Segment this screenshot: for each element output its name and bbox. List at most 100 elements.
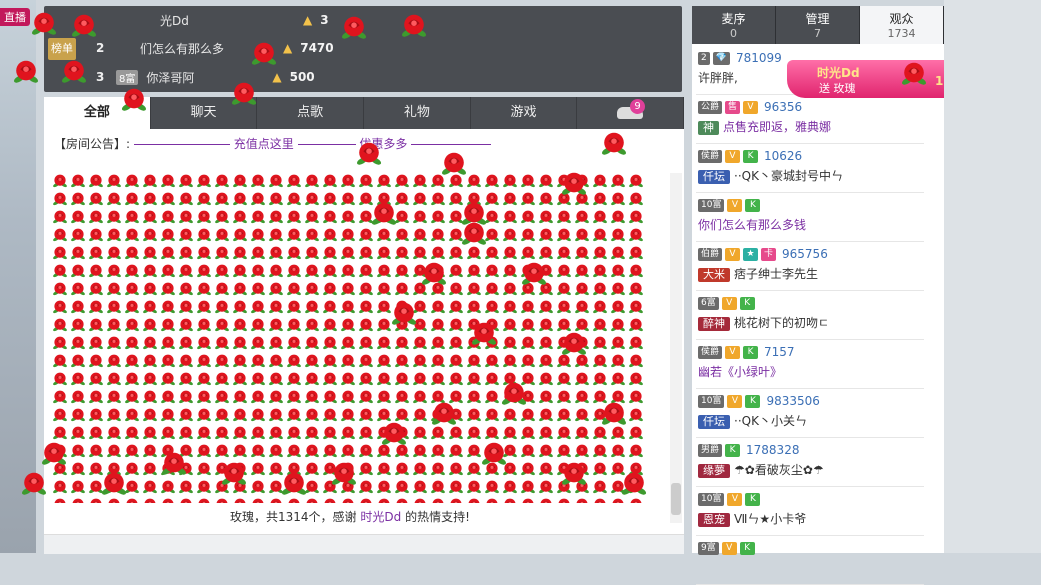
rose-icon bbox=[430, 191, 446, 207]
rose-icon bbox=[304, 227, 320, 243]
rose-icon bbox=[106, 245, 122, 261]
rose-icon bbox=[390, 300, 418, 328]
rose-icon bbox=[142, 425, 158, 441]
user-name[interactable]: ☂✿看破灰尘✿☂ bbox=[734, 463, 824, 477]
user-id: 781099 bbox=[735, 51, 782, 65]
rose-icon bbox=[232, 371, 248, 387]
tab-admin[interactable]: 管理 7 bbox=[776, 6, 860, 44]
chat-scrollbar[interactable] bbox=[670, 173, 682, 523]
rose-icon bbox=[106, 263, 122, 279]
rose-icon bbox=[466, 281, 482, 297]
user-name[interactable]: 点售充即返，雅典娜 bbox=[723, 120, 831, 134]
rose-icon bbox=[628, 281, 644, 297]
user-name[interactable]: 幽若《小绿叶》 bbox=[698, 365, 782, 379]
rose-icon bbox=[88, 353, 104, 369]
audience-entry[interactable]: 伯爵 V ★ 卡 965756 大米 痞子绅士李先生 bbox=[698, 246, 828, 282]
rose-icon bbox=[286, 425, 302, 441]
rose-icon bbox=[196, 407, 212, 423]
rose-icon bbox=[214, 353, 230, 369]
rose-icon bbox=[460, 220, 488, 248]
rose-icon bbox=[538, 371, 554, 387]
rose-icon bbox=[340, 209, 356, 225]
user-name[interactable]: ··QK丶豪城封号中ㄣ bbox=[734, 169, 843, 183]
rose-icon bbox=[70, 191, 86, 207]
tab-audience[interactable]: 观众 1734 bbox=[860, 6, 944, 44]
rose-icon bbox=[52, 407, 68, 423]
rose-icon bbox=[142, 299, 158, 315]
rose-icon bbox=[196, 353, 212, 369]
rose-icon bbox=[592, 371, 608, 387]
rose-icon bbox=[160, 425, 176, 441]
rose-icon bbox=[358, 299, 374, 315]
tab-gift[interactable]: 礼物 bbox=[364, 97, 471, 129]
rose-icon bbox=[232, 443, 248, 459]
scroll-thumb[interactable] bbox=[671, 483, 681, 515]
rose-icon bbox=[88, 443, 104, 459]
rose-icon bbox=[592, 353, 608, 369]
rose-icon bbox=[574, 443, 590, 459]
user-name[interactable]: 痞子绅士李先生 bbox=[734, 267, 818, 281]
audience-entry[interactable]: 男爵 K 1788328 缘夢 ☂✿看破灰尘✿☂ bbox=[698, 442, 824, 478]
gift-sender-name[interactable]: 时光Dd bbox=[360, 510, 401, 524]
audience-entry[interactable]: 10富 V K 你们怎么有那么多钱 bbox=[698, 197, 806, 233]
divider bbox=[696, 339, 924, 340]
rose-icon bbox=[286, 371, 302, 387]
audience-entry[interactable]: 侯爵 V K 7157 幽若《小绿叶》 bbox=[698, 344, 795, 380]
rose-icon bbox=[268, 263, 284, 279]
user-name[interactable]: ··QK丶小关ㄣ bbox=[734, 414, 807, 428]
audience-entry[interactable]: 2 💎 781099 许胖胖, bbox=[698, 50, 782, 86]
rose-icon bbox=[592, 209, 608, 225]
audience-entry[interactable]: 9富 V K bbox=[698, 540, 755, 559]
rose-icon bbox=[502, 425, 518, 441]
tab-queue[interactable]: 麦序 0 bbox=[692, 6, 776, 44]
rose-icon bbox=[304, 209, 320, 225]
rose-icon bbox=[160, 281, 176, 297]
rose-icon bbox=[268, 335, 284, 351]
rose-icon bbox=[286, 335, 302, 351]
car-count-badge: 9 bbox=[630, 99, 646, 114]
rose-icon bbox=[556, 263, 572, 279]
tab-game[interactable]: 游戏 bbox=[471, 97, 578, 129]
tab-song[interactable]: 点歌 bbox=[257, 97, 365, 129]
badge-icon: K bbox=[725, 443, 741, 457]
rose-icon bbox=[376, 497, 392, 503]
user-name[interactable]: 你们怎么有那么多钱 bbox=[698, 218, 806, 232]
audience-entry[interactable]: 6富 V K 醉神 桃花树下的初吻ㄷ bbox=[698, 295, 829, 331]
rose-icon bbox=[574, 407, 590, 423]
user-name[interactable]: 许胖胖, bbox=[698, 71, 738, 85]
rank-row-3[interactable]: 3 8富 你泽哥阿 ▲ 500 bbox=[96, 67, 315, 87]
rose-icon bbox=[124, 263, 140, 279]
notice-link-recharge[interactable]: 充值点这里 bbox=[234, 137, 294, 151]
tab-car[interactable]: 9 bbox=[577, 97, 685, 129]
gift-msg-text-end: 的热情支持! bbox=[405, 510, 470, 524]
rose-icon bbox=[448, 281, 464, 297]
user-name[interactable]: 桃花树下的初吻ㄷ bbox=[734, 316, 829, 330]
rose-icon bbox=[214, 245, 230, 261]
rose-icon bbox=[610, 227, 626, 243]
rose-icon bbox=[106, 209, 122, 225]
rose-icon bbox=[304, 173, 320, 189]
audience-entry[interactable]: 10富 V K 恩宠 Ⅶㄣ★小卡爷 bbox=[698, 491, 806, 527]
user-name[interactable]: Ⅶㄣ★小卡爷 bbox=[734, 512, 806, 526]
audience-entry[interactable]: 10富 V K 9833506 仟坛 ··QK丶小关ㄣ bbox=[698, 393, 820, 429]
coin-icon: ▲ bbox=[303, 13, 313, 27]
rank-amount: 7470 bbox=[300, 41, 334, 55]
rose-icon bbox=[52, 281, 68, 297]
audience-entry[interactable]: 侯爵 V K 10626 仟坛 ··QK丶豪城封号中ㄣ bbox=[698, 148, 843, 184]
rose-icon bbox=[520, 353, 536, 369]
rose-icon bbox=[196, 317, 212, 333]
rose-icon bbox=[232, 245, 248, 261]
tab-count: 0 bbox=[730, 27, 737, 40]
rose-icon bbox=[340, 425, 356, 441]
rank-num: 3 bbox=[96, 70, 105, 84]
rose-icon bbox=[142, 191, 158, 207]
rank-row-2[interactable]: 2 们怎么有那么多 ▲ 7470 bbox=[96, 38, 334, 58]
rose-icon bbox=[466, 425, 482, 441]
badge-icon: ★ bbox=[743, 247, 759, 261]
tab-label: 麦序 bbox=[721, 12, 746, 26]
audience-entry[interactable]: 公爵售 V 96356 神点售充即返，雅典娜 bbox=[698, 99, 831, 135]
rank-row-1[interactable]: 光Dd ▲ 3 bbox=[96, 10, 329, 30]
rank-tab[interactable]: 榜单 bbox=[48, 38, 76, 60]
rose-icon bbox=[466, 263, 482, 279]
rose-icon bbox=[394, 353, 410, 369]
